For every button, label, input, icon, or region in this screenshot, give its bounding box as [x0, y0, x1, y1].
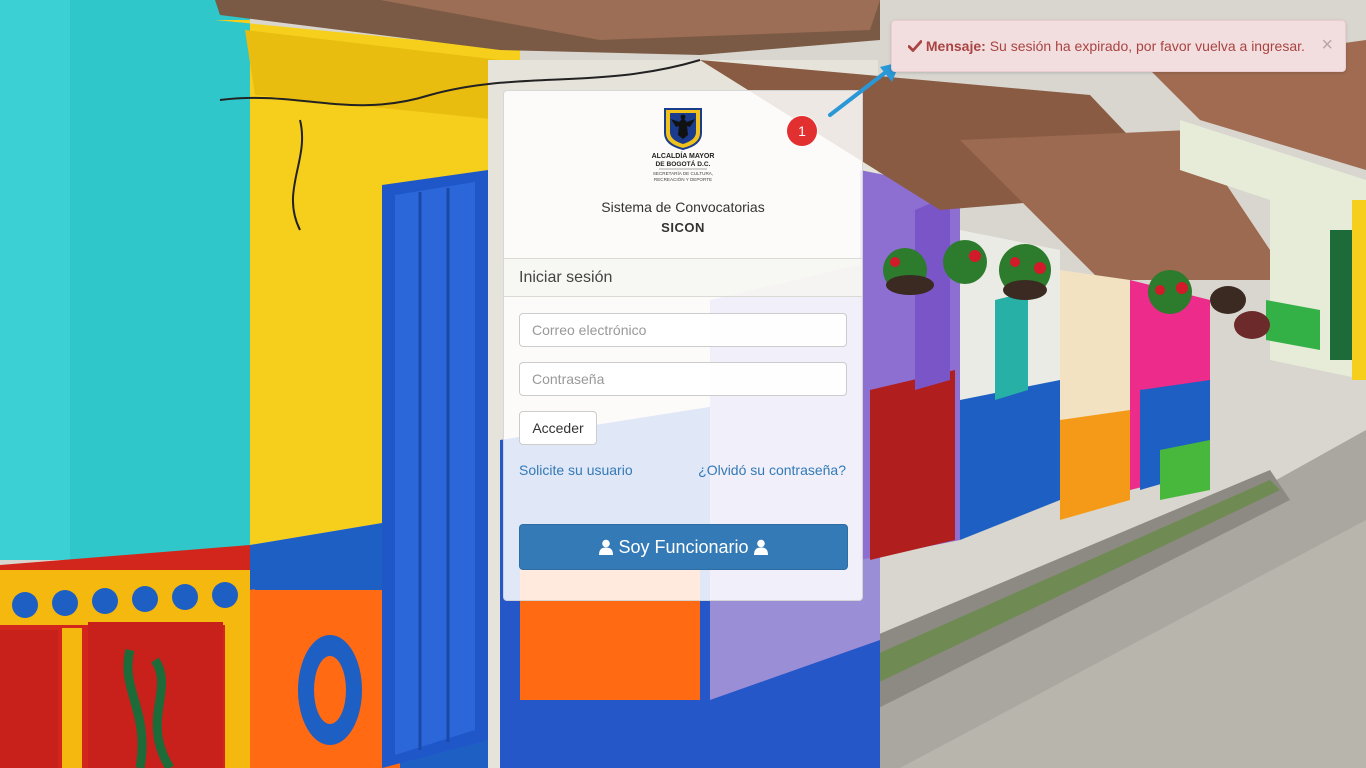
session-expired-toast: Mensaje: Su sesión ha expirado, por favo…: [891, 20, 1346, 72]
user-icon: [599, 539, 614, 555]
official-login-button[interactable]: Soy Funcionario: [519, 524, 848, 570]
forgot-password-link[interactable]: ¿Olvidó su contraseña?: [698, 462, 846, 478]
login-submit-button[interactable]: Acceder: [519, 411, 597, 445]
user-icon: [753, 539, 768, 555]
svg-text:RECREACIÓN Y DEPORTE: RECREACIÓN Y DEPORTE: [654, 176, 712, 182]
close-icon[interactable]: ×: [1321, 35, 1333, 55]
login-panel: ALCALDÍA MAYOR DE BOGOTÁ D.C. SECRETARÍA…: [503, 90, 863, 601]
system-code: SICON: [661, 220, 705, 235]
svg-text:DE BOGOTÁ D.C.: DE BOGOTÁ D.C.: [656, 159, 711, 168]
toast-message: Su sesión ha expirado, por favor vuelva …: [989, 38, 1305, 54]
password-field[interactable]: [519, 362, 847, 396]
official-login-label: Soy Funcionario: [618, 536, 749, 557]
request-user-link[interactable]: Solicite su usuario: [519, 462, 633, 478]
svg-text:ALCALDÍA MAYOR: ALCALDÍA MAYOR: [652, 151, 715, 160]
step-number-badge: 1: [787, 116, 817, 146]
login-heading: Iniciar sesión: [504, 258, 862, 297]
toast-label: Mensaje:: [925, 38, 986, 54]
svg-text:SECRETARÍA DE CULTURA,: SECRETARÍA DE CULTURA,: [653, 170, 713, 176]
system-name: Sistema de Convocatorias: [601, 199, 765, 215]
bogota-crest-logo: ALCALDÍA MAYOR DE BOGOTÁ D.C. SECRETARÍA…: [652, 108, 715, 182]
check-icon: [907, 39, 923, 52]
email-field[interactable]: [519, 313, 847, 347]
